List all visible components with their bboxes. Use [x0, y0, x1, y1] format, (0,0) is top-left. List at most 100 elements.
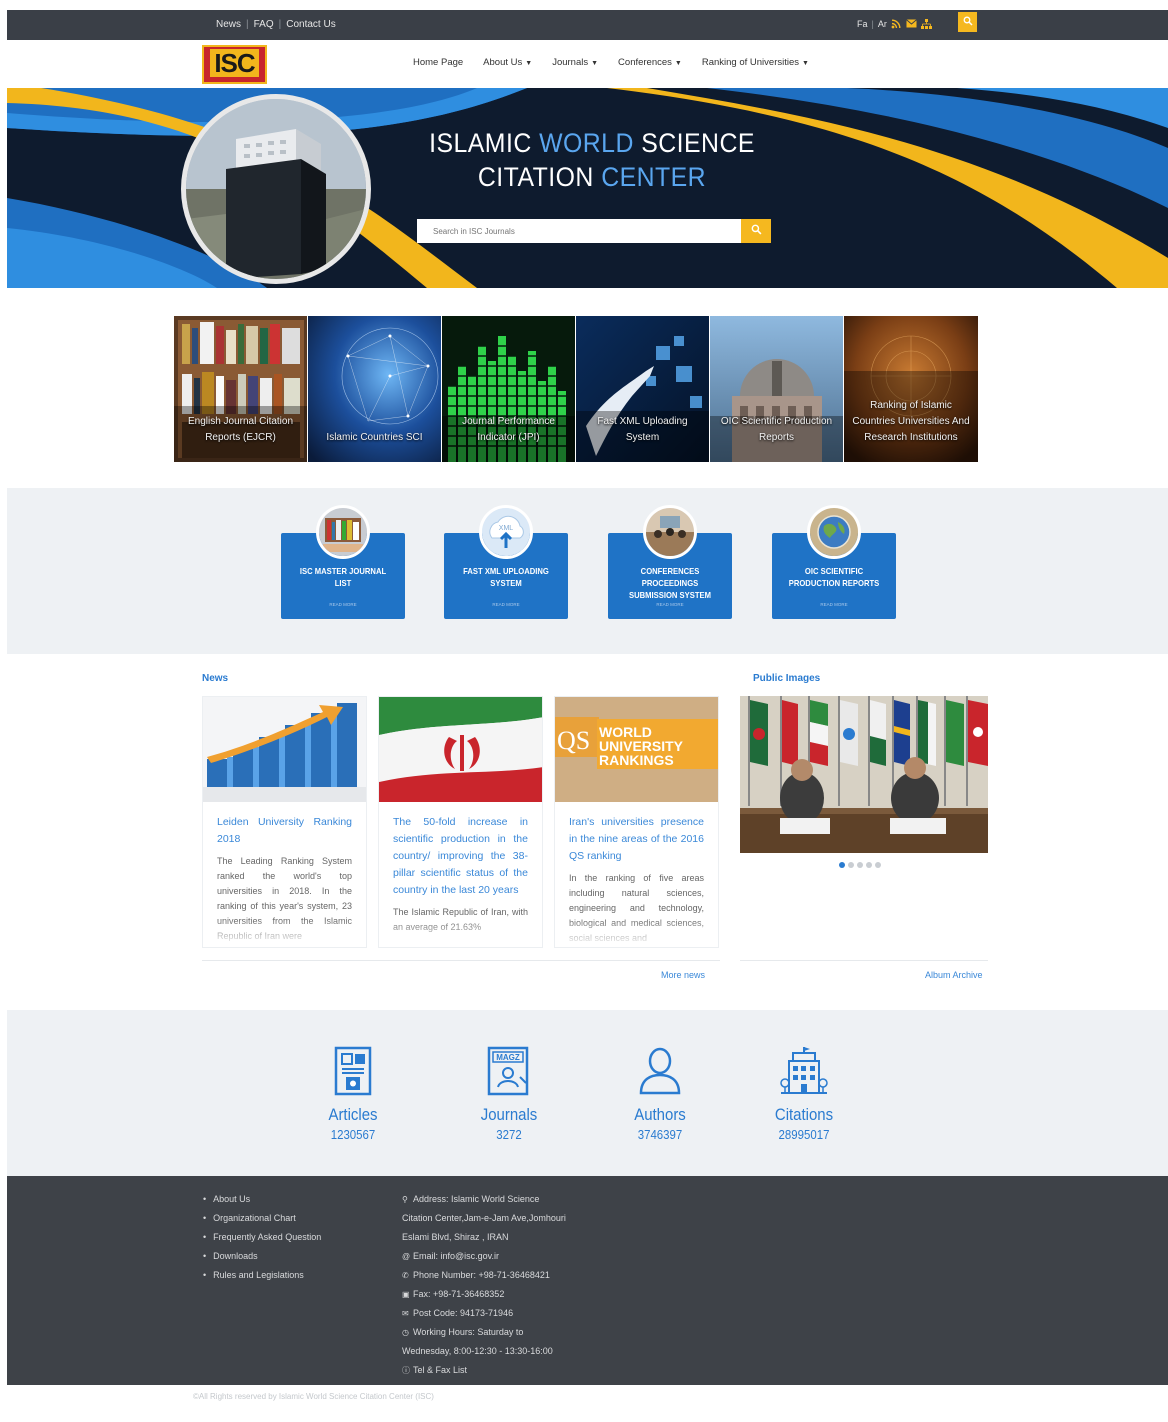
user-icon — [635, 1045, 685, 1097]
isc-logo[interactable]: ISC — [202, 45, 267, 84]
read-more-link[interactable]: READ MORE — [772, 602, 896, 607]
footer-link-faq[interactable]: Frequently Asked Question — [203, 1228, 321, 1247]
language-switcher: Fa | Ar — [857, 19, 932, 29]
news-image-chart — [203, 697, 366, 802]
services-section: ISC MASTER JOURNAL LIST READ MORE XML FA… — [7, 488, 1168, 654]
footer-links: About Us Organizational Chart Frequently… — [203, 1190, 321, 1285]
read-more-link[interactable]: READ MORE — [608, 602, 732, 607]
hero-search-field — [417, 219, 742, 243]
stat-citations[interactable]: Citations 28995017 — [744, 1045, 864, 1142]
news-title[interactable]: Iran's universities presence in the nine… — [555, 802, 718, 865]
news-image-qs-rankings: QS WORLD UNIVERSITY RANKINGS — [555, 697, 718, 802]
more-news-link[interactable]: More news — [661, 970, 705, 980]
top-link-contact[interactable]: Contact Us — [286, 19, 335, 30]
caret-down-icon: ▼ — [525, 60, 533, 67]
footer-tel-fax-list[interactable]: ⓘ Tel & Fax List — [402, 1361, 592, 1380]
service-card-oic-reports[interactable]: OIC SCIENTIFIC PRODUCTION REPORTS READ M… — [772, 505, 896, 619]
nav-ranking[interactable]: Ranking of Universities ▼ — [702, 57, 809, 68]
stat-articles[interactable]: Articles 1230567 — [293, 1045, 413, 1142]
divider — [740, 960, 988, 961]
news-card-2[interactable]: The 50-fold increase in scientific produ… — [378, 696, 543, 948]
envelope-icon: ✉ — [402, 1309, 409, 1318]
globe-icon — [807, 505, 861, 559]
magz-text: MAGZ — [496, 1053, 520, 1062]
album-archive-link[interactable]: Album Archive — [925, 970, 983, 980]
rss-icon[interactable] — [891, 19, 902, 29]
nav-journals[interactable]: Journals ▼ — [552, 57, 598, 68]
lang-ar[interactable]: Ar — [878, 19, 887, 29]
clock-icon: ◷ — [402, 1328, 409, 1337]
qs-letters: QS — [557, 726, 590, 755]
mail-icon[interactable] — [906, 19, 917, 29]
logo-text: ISC — [210, 48, 259, 77]
top-search-button[interactable] — [958, 12, 977, 32]
stat-value: 28995017 — [778, 1127, 830, 1142]
news-section-title: News — [202, 673, 229, 684]
caret-down-icon: ▼ — [674, 60, 682, 67]
news-title[interactable]: The 50-fold increase in scientific produ… — [379, 802, 542, 899]
nav-about-us[interactable]: About Us ▼ — [483, 57, 532, 68]
service-card-fast-xml[interactable]: XML FAST XML UPLOADING SYSTEM READ MORE — [444, 505, 568, 619]
tile-fast-xml[interactable]: Fast XML Uploading System — [576, 316, 710, 462]
separator: | — [246, 19, 249, 30]
footer-link-downloads[interactable]: Downloads — [203, 1247, 321, 1266]
footer-link-about[interactable]: About Us — [203, 1190, 321, 1209]
tile-ejcr[interactable]: English Journal Citation Reports (EJCR) — [174, 316, 308, 462]
footer-email[interactable]: @ Email: info@isc.gov.ir — [402, 1247, 592, 1266]
lang-fa[interactable]: Fa — [857, 19, 868, 29]
news-image-flag — [379, 697, 542, 802]
news-title[interactable]: Leiden University Ranking 2018 — [203, 802, 366, 848]
stat-value: 3746397 — [637, 1127, 683, 1142]
fax-icon: ▣ — [402, 1290, 410, 1299]
stat-label: Citations — [774, 1105, 834, 1124]
main-nav: Home Page About Us ▼ Journals ▼ Conference… — [413, 57, 809, 68]
article-icon — [328, 1045, 378, 1097]
sitemap-icon[interactable] — [920, 19, 932, 29]
nav-conferences[interactable]: Conferences ▼ — [618, 57, 682, 68]
tile-oic-reports[interactable]: OIC Scientific Production Reports — [710, 316, 844, 462]
phone-icon: ✆ — [402, 1271, 409, 1280]
slider-dot[interactable] — [857, 862, 863, 868]
building-photo — [181, 94, 371, 284]
tile-label: English Journal Citation Reports (EJCR) — [187, 416, 294, 443]
news-card-3[interactable]: QS WORLD UNIVERSITY RANKINGS Iran's univ… — [554, 696, 719, 948]
fade-overlay — [203, 919, 366, 947]
caret-down-icon: ▼ — [802, 60, 809, 67]
footer-link-org-chart[interactable]: Organizational Chart — [203, 1209, 321, 1228]
fade-overlay — [555, 919, 718, 947]
search-icon — [963, 13, 973, 31]
news-card-1[interactable]: Leiden University Ranking 2018 The Leadi… — [202, 696, 367, 948]
search-icon — [751, 222, 762, 240]
read-more-link[interactable]: READ MORE — [444, 602, 568, 607]
service-card-conferences[interactable]: CONFERENCES PROCEEDINGS SUBMISSION SYSTE… — [608, 505, 732, 619]
service-title: OIC SCIENTIFIC PRODUCTION REPORTS — [788, 566, 880, 588]
slider-dot[interactable] — [875, 862, 881, 868]
top-link-faq[interactable]: FAQ — [254, 19, 274, 30]
footer-link-rules[interactable]: Rules and Legislations — [203, 1266, 321, 1285]
stat-value: 1230567 — [330, 1127, 376, 1142]
footer-contact: ⚲ Address: Islamic World Science Citation… — [402, 1190, 592, 1380]
hero-banner: ISLAMIC WORLD SCIENCE CITATION CENTER — [7, 88, 1168, 288]
footer: About Us Organizational Chart Frequently… — [7, 1176, 1168, 1385]
top-link-news[interactable]: News — [216, 19, 241, 30]
tile-jpi[interactable]: Journal Performance Indicator (JPI) — [442, 316, 576, 462]
stat-journals[interactable]: MAGZ Journals 3272 — [449, 1045, 569, 1142]
hero-search-button[interactable] — [741, 219, 771, 243]
service-card-master-journal-list[interactable]: ISC MASTER JOURNAL LIST READ MORE — [281, 505, 405, 619]
stat-authors[interactable]: Authors 3746397 — [600, 1045, 720, 1142]
slider-dot[interactable] — [839, 862, 845, 868]
public-image-slide[interactable] — [740, 696, 988, 853]
journal-search-input[interactable] — [417, 219, 742, 243]
slider-dot[interactable] — [848, 862, 854, 868]
slider-dot[interactable] — [866, 862, 872, 868]
stat-label: Articles — [328, 1105, 378, 1124]
tile-label: Journal Performance Indicator (JPI) — [462, 416, 555, 443]
nav-home[interactable]: Home Page — [413, 57, 463, 68]
footer-address: ⚲ Address: Islamic World Science — [402, 1190, 592, 1209]
read-more-link[interactable]: READ MORE — [281, 602, 405, 607]
footer-hours: ◷ Working Hours: Saturday to — [402, 1323, 592, 1342]
service-title: ISC MASTER JOURNAL LIST — [299, 566, 387, 588]
magazine-icon: MAGZ — [484, 1045, 534, 1097]
tile-ranking[interactable]: Ranking of Islamic Countries Universitie… — [844, 316, 978, 462]
tile-islamic-countries-sci[interactable]: Islamic Countries SCI — [308, 316, 442, 462]
